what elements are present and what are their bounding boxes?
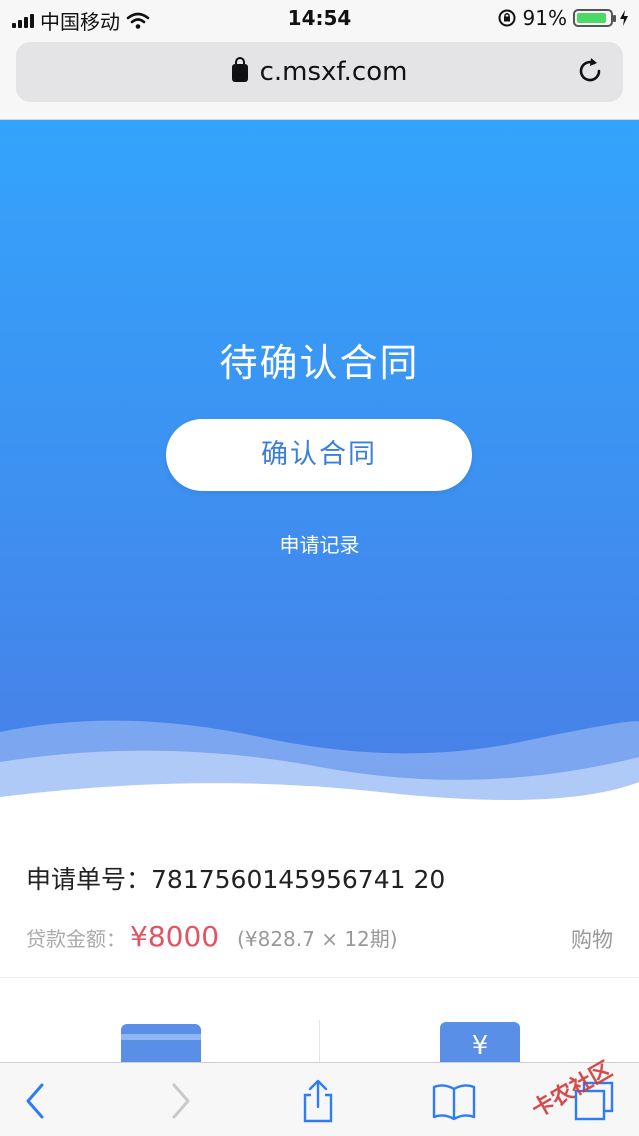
rotation-lock-icon bbox=[498, 9, 516, 27]
url-display[interactable]: c.msxf.com bbox=[16, 57, 623, 87]
share-icon[interactable] bbox=[296, 1079, 340, 1123]
confirm-contract-button[interactable]: 确认合同 bbox=[166, 419, 472, 491]
app-screen: 中国移动 14:54 91% c.msxf.com 待确认合同 确认合同 申请记… bbox=[0, 0, 639, 1136]
bookmarks-icon[interactable] bbox=[432, 1079, 476, 1123]
browser-address-area: c.msxf.com bbox=[0, 36, 639, 120]
url-text: c.msxf.com bbox=[259, 57, 408, 87]
installment-detail: (¥828.7 × 12期) bbox=[237, 927, 398, 951]
bank-card-icon[interactable] bbox=[121, 1024, 201, 1062]
back-icon[interactable] bbox=[14, 1079, 58, 1123]
coupon-symbol: ¥ bbox=[471, 1031, 489, 1061]
address-bar[interactable]: c.msxf.com bbox=[16, 42, 623, 102]
section-divider bbox=[319, 1020, 320, 1062]
application-records-link[interactable]: 申请记录 bbox=[0, 529, 639, 558]
battery-icon bbox=[573, 9, 616, 27]
coupon-icon[interactable]: ¥ bbox=[440, 1022, 520, 1062]
order-number-label: 申请单号： bbox=[26, 865, 152, 894]
loan-amount-value: ¥8000 bbox=[130, 920, 220, 953]
contract-hero: 待确认合同 确认合同 申请记录 bbox=[0, 120, 639, 832]
reload-icon[interactable] bbox=[575, 56, 605, 86]
charging-icon bbox=[620, 10, 628, 26]
page-title: 待确认合同 bbox=[219, 341, 420, 385]
battery-percent: 91% bbox=[522, 6, 567, 30]
quick-entry-section: ¥ bbox=[0, 978, 639, 1062]
status-right: 91% bbox=[497, 6, 629, 30]
status-bar: 中国移动 14:54 91% bbox=[0, 0, 639, 36]
forward-icon[interactable] bbox=[158, 1079, 202, 1123]
loan-amount-row: 贷款金额： ¥8000 (¥828.7 × 12期) bbox=[26, 920, 398, 953]
loan-amount-label: 贷款金额： bbox=[26, 927, 126, 951]
application-info-card: 申请单号：7817560145956741 20 贷款金额： ¥8000 (¥8… bbox=[0, 832, 639, 978]
lock-icon bbox=[231, 57, 248, 82]
loan-purpose: 购物 bbox=[571, 928, 613, 952]
wave-decoration bbox=[0, 720, 639, 832]
order-number-value: 7817560145956741 20 bbox=[151, 865, 446, 894]
order-number-row: 申请单号：7817560145956741 20 bbox=[26, 860, 445, 896]
